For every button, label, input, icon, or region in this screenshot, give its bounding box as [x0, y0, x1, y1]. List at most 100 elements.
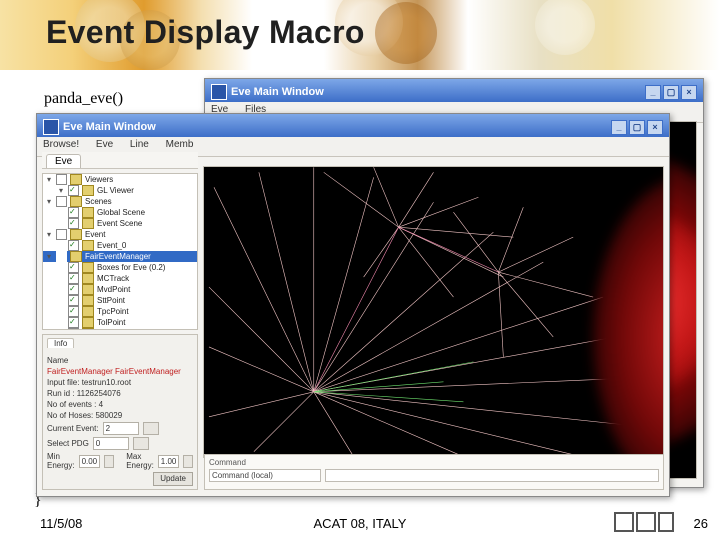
- decor-circle: [535, 0, 595, 55]
- tree-checkbox[interactable]: [56, 174, 67, 185]
- tree-item[interactable]: EmcPoint: [43, 328, 197, 330]
- tree-item[interactable]: Boxes for Eve (0.2): [43, 262, 197, 273]
- minimize-icon[interactable]: _: [645, 85, 661, 100]
- gl-viewport-front[interactable]: GLViewer: [203, 166, 664, 458]
- max-energy-stepper[interactable]: [183, 455, 193, 468]
- event-stepper[interactable]: [143, 422, 159, 435]
- gsi-logo: [614, 512, 678, 532]
- folder-icon: [82, 185, 94, 196]
- folder-icon: [82, 218, 94, 229]
- app-icon: [43, 119, 59, 135]
- info-tab[interactable]: Info: [47, 338, 74, 348]
- tree-item[interactable]: ▾ GL Viewer: [43, 185, 197, 196]
- tab-eve[interactable]: Eve: [46, 154, 81, 168]
- slide-title: Event Display Macro: [46, 14, 365, 51]
- tree-checkbox[interactable]: [68, 218, 79, 229]
- tree-checkbox[interactable]: [68, 240, 79, 251]
- titlebar[interactable]: Eve Main Window _▢×: [37, 114, 669, 137]
- command-scope-combo[interactable]: Command (local): [209, 469, 321, 482]
- info-nevents: No of events : 4: [47, 400, 103, 409]
- maximize-icon[interactable]: ▢: [663, 85, 679, 100]
- current-event-input[interactable]: 2: [103, 422, 139, 435]
- select-pdg-label: Select PDG: [47, 439, 89, 448]
- folder-icon: [82, 284, 94, 295]
- min-energy-input[interactable]: 0.00: [79, 455, 101, 468]
- command-label: Command: [209, 458, 659, 467]
- max-energy-input[interactable]: 1.00: [158, 455, 180, 468]
- footer-page: 26: [694, 516, 708, 531]
- tree-label: TpcPoint: [97, 306, 129, 317]
- folder-icon: [82, 207, 94, 218]
- tree-checkbox[interactable]: [56, 229, 67, 240]
- tree-item[interactable]: Event Scene: [43, 218, 197, 229]
- folder-icon: [82, 273, 94, 284]
- tree-item[interactable]: Event_0: [43, 240, 197, 251]
- titlebar[interactable]: Eve Main Window _▢×: [205, 79, 703, 102]
- tree-checkbox[interactable]: [56, 251, 67, 262]
- folder-icon: [82, 295, 94, 306]
- object-tree[interactable]: ▾Viewers▾GL Viewer▾ScenesGlobal SceneEve…: [42, 173, 198, 330]
- app-icon: [211, 84, 227, 100]
- current-event-label: Current Event:: [47, 424, 99, 433]
- minimize-icon[interactable]: _: [611, 120, 627, 135]
- info-panel: Info Name FairEventManager FairEventMana…: [42, 334, 198, 490]
- tree-item[interactable]: SttPoint: [43, 295, 197, 306]
- menu-item[interactable]: Memb: [166, 139, 194, 150]
- tree-label: Viewers: [85, 174, 113, 185]
- tree-item[interactable]: TpcPoint: [43, 306, 197, 317]
- info-nhoses: No of Hoses: 580029: [47, 411, 122, 420]
- pdg-input[interactable]: 0: [93, 437, 129, 450]
- tree-label: FairEventManager: [85, 251, 151, 262]
- tree-item[interactable]: TolPoint: [43, 317, 197, 328]
- footer-center: ACAT 08, ITALY: [0, 516, 720, 531]
- tree-label: GL Viewer: [97, 185, 134, 196]
- tree-item[interactable]: MCTrack: [43, 273, 197, 284]
- tree-label: EmcPoint: [97, 328, 131, 330]
- maximize-icon[interactable]: ▢: [629, 120, 645, 135]
- pdg-stepper[interactable]: [133, 437, 149, 450]
- tree-label: MCTrack: [97, 273, 129, 284]
- tree-item[interactable]: MvdPoint: [43, 284, 197, 295]
- menu-item[interactable]: Eve: [96, 139, 113, 150]
- tree-label: Boxes for Eve (0.2): [97, 262, 165, 273]
- tree-checkbox[interactable]: [68, 185, 79, 196]
- tree-label: Event_0: [97, 240, 126, 251]
- tree-checkbox[interactable]: [56, 196, 67, 207]
- folder-icon: [82, 317, 94, 328]
- update-button[interactable]: Update: [153, 472, 193, 486]
- folder-icon: [82, 306, 94, 317]
- eve-window-front: Eve Main Window _▢× Browse! Eve Line Mem…: [36, 113, 670, 497]
- tree-label: Event Scene: [97, 218, 142, 229]
- window-controls[interactable]: _▢×: [645, 85, 697, 100]
- close-icon[interactable]: ×: [647, 120, 663, 135]
- tree-twist-icon[interactable]: ▾: [47, 174, 56, 185]
- tree-twist-icon[interactable]: ▾: [47, 229, 56, 240]
- tree-twist-icon[interactable]: ▾: [59, 185, 68, 196]
- window-title: Eve Main Window: [231, 86, 324, 98]
- close-icon[interactable]: ×: [681, 85, 697, 100]
- window-controls[interactable]: _▢×: [611, 120, 663, 135]
- command-bar: Command Command (local): [204, 454, 664, 490]
- tree-item[interactable]: ▾ Scenes: [43, 196, 197, 207]
- decorative-banner: Event Display Macro: [0, 0, 720, 70]
- min-energy-label: Min Energy:: [47, 452, 75, 470]
- tree-label: SttPoint: [97, 295, 125, 306]
- tree-item[interactable]: ▾Event: [43, 229, 197, 240]
- tree-twist-icon[interactable]: ▾: [47, 251, 56, 262]
- folder-icon: [82, 262, 94, 273]
- tree-twist-icon[interactable]: ▾: [47, 196, 56, 207]
- tree-item[interactable]: ▾ FairEventManager: [43, 251, 197, 262]
- max-energy-label: Max Energy:: [126, 452, 154, 470]
- menu-item[interactable]: Line: [130, 139, 149, 150]
- tree-checkbox[interactable]: [68, 328, 79, 330]
- tree-item[interactable]: Global Scene: [43, 207, 197, 218]
- folder-icon: [82, 328, 94, 330]
- tree-label: Scenes: [85, 196, 112, 207]
- tree-label: MvdPoint: [97, 284, 130, 295]
- tree-label: Global Scene: [97, 207, 145, 218]
- min-energy-stepper[interactable]: [104, 455, 114, 468]
- tree-item[interactable]: ▾ Viewers: [43, 174, 197, 185]
- menu-item[interactable]: Browse!: [43, 139, 79, 150]
- command-input[interactable]: [325, 469, 659, 482]
- info-name-label: Name: [47, 356, 68, 365]
